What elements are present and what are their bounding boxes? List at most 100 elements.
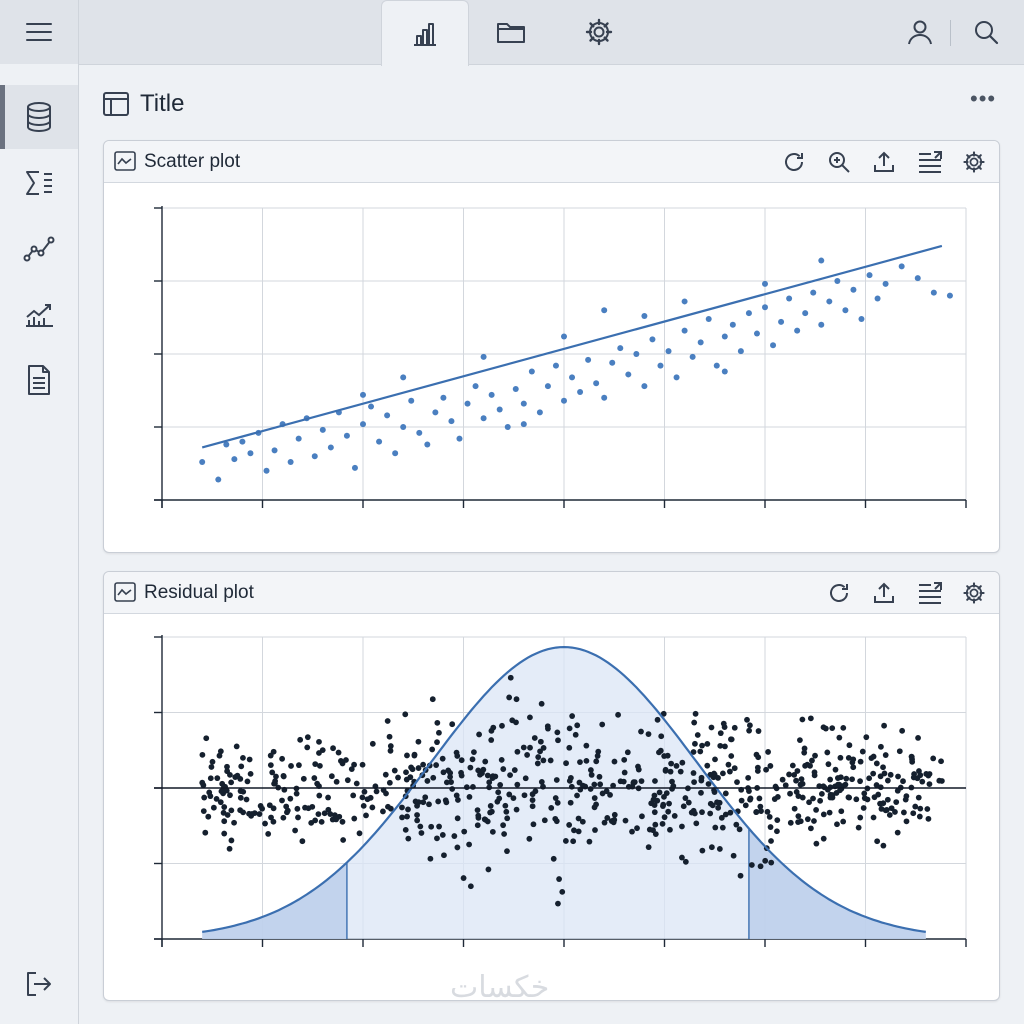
refresh-button[interactable] bbox=[825, 579, 853, 607]
search-button[interactable] bbox=[958, 0, 1014, 64]
residual-point bbox=[485, 866, 492, 873]
scatter-point bbox=[496, 406, 503, 413]
scatter-point bbox=[440, 394, 447, 401]
residual-point bbox=[496, 795, 503, 802]
residual-point bbox=[325, 794, 331, 801]
filter-export-button[interactable] bbox=[916, 579, 944, 607]
residual-point bbox=[651, 809, 658, 816]
residual-point bbox=[369, 804, 376, 811]
residual-point bbox=[860, 805, 867, 811]
zoom-in-button[interactable] bbox=[825, 148, 853, 176]
residual-point bbox=[312, 817, 319, 824]
residual-point bbox=[661, 753, 668, 759]
sidebar-item-statistics[interactable] bbox=[0, 151, 78, 215]
watermark: خكسات bbox=[450, 971, 550, 1004]
residual-point bbox=[524, 752, 531, 758]
residual-point bbox=[656, 749, 662, 756]
residual-point bbox=[857, 814, 864, 821]
residual-point bbox=[267, 762, 274, 769]
residual-point bbox=[811, 818, 817, 824]
residual-point bbox=[690, 770, 697, 776]
residual-point bbox=[572, 731, 579, 738]
scatter-point bbox=[834, 278, 841, 284]
scatter-point bbox=[480, 353, 487, 360]
residual-point bbox=[509, 717, 516, 724]
scatter-point bbox=[665, 348, 672, 355]
residual-point bbox=[711, 770, 717, 777]
scatter-point bbox=[745, 310, 752, 317]
more-options-button[interactable]: ••• bbox=[970, 86, 996, 112]
tab-settings[interactable] bbox=[556, 0, 642, 64]
residual-point bbox=[207, 775, 214, 782]
residual-point bbox=[506, 791, 513, 798]
panel-settings-button[interactable] bbox=[960, 579, 988, 607]
residual-point bbox=[361, 788, 368, 795]
residual-point bbox=[538, 700, 545, 707]
top-bar bbox=[0, 0, 1024, 66]
scatter-point bbox=[512, 386, 519, 393]
scatter-point bbox=[416, 429, 423, 436]
residual-point bbox=[526, 835, 533, 842]
residual-point bbox=[201, 794, 208, 801]
residual-point bbox=[826, 809, 833, 816]
sidebar-item-document[interactable] bbox=[0, 348, 78, 412]
residual-point bbox=[887, 771, 894, 778]
residual-point bbox=[466, 841, 473, 848]
residual-point bbox=[930, 755, 937, 762]
sidebar-item-trend[interactable] bbox=[0, 282, 78, 346]
refresh-icon bbox=[785, 153, 803, 171]
scatter-point bbox=[721, 368, 728, 375]
residual-point bbox=[738, 797, 745, 804]
user-button[interactable] bbox=[892, 0, 948, 64]
scatter-panel-header: Scatter plot bbox=[104, 141, 999, 183]
scatter-point bbox=[424, 441, 431, 448]
sidebar-item-line-chart[interactable] bbox=[0, 216, 78, 280]
residual-point bbox=[903, 818, 910, 825]
tab-files[interactable] bbox=[468, 0, 554, 64]
scatter-point bbox=[601, 307, 608, 314]
scatter-point bbox=[609, 359, 616, 366]
residual-point bbox=[736, 826, 743, 833]
residual-point bbox=[299, 838, 306, 845]
sidebar-item-logout[interactable] bbox=[0, 952, 78, 1016]
filter-export-button[interactable] bbox=[916, 148, 944, 176]
residual-point bbox=[661, 814, 668, 821]
scatter-point bbox=[753, 330, 760, 337]
refresh-button[interactable] bbox=[780, 148, 808, 176]
residual-point bbox=[499, 722, 505, 729]
residual-point bbox=[651, 802, 658, 808]
residual-point bbox=[855, 824, 862, 831]
residual-point bbox=[304, 734, 311, 741]
scatter-point bbox=[778, 318, 785, 325]
scatter-panel-title: Scatter plot bbox=[144, 151, 241, 172]
residual-point bbox=[513, 806, 520, 813]
residual-point bbox=[728, 753, 735, 759]
residual-point bbox=[698, 789, 704, 796]
residual-point bbox=[587, 786, 594, 792]
residual-point bbox=[665, 808, 672, 815]
residual-point bbox=[733, 821, 740, 828]
residual-point bbox=[547, 757, 554, 764]
residual-point bbox=[500, 766, 507, 772]
scatter-point bbox=[456, 435, 463, 442]
residual-point bbox=[840, 818, 847, 825]
panel-settings-button[interactable] bbox=[960, 148, 988, 176]
residual-point bbox=[351, 815, 358, 822]
residual-point bbox=[497, 781, 504, 788]
menu-button[interactable] bbox=[0, 0, 79, 64]
export-button[interactable] bbox=[870, 579, 898, 607]
sidebar-item-database[interactable] bbox=[0, 85, 78, 149]
tab-charts[interactable] bbox=[381, 0, 469, 66]
residual-point bbox=[495, 789, 502, 796]
export-button[interactable] bbox=[870, 148, 898, 176]
residual-point bbox=[522, 775, 529, 782]
scatter-point bbox=[376, 438, 383, 445]
residual-point bbox=[731, 724, 738, 731]
residual-point bbox=[870, 753, 877, 760]
scatter-point bbox=[673, 374, 680, 381]
residual-point bbox=[315, 811, 322, 818]
scatter-panel: Scatter plot bbox=[103, 140, 1000, 553]
residual-point bbox=[669, 778, 675, 785]
residual-chart bbox=[154, 635, 967, 947]
residual-point bbox=[487, 803, 494, 809]
